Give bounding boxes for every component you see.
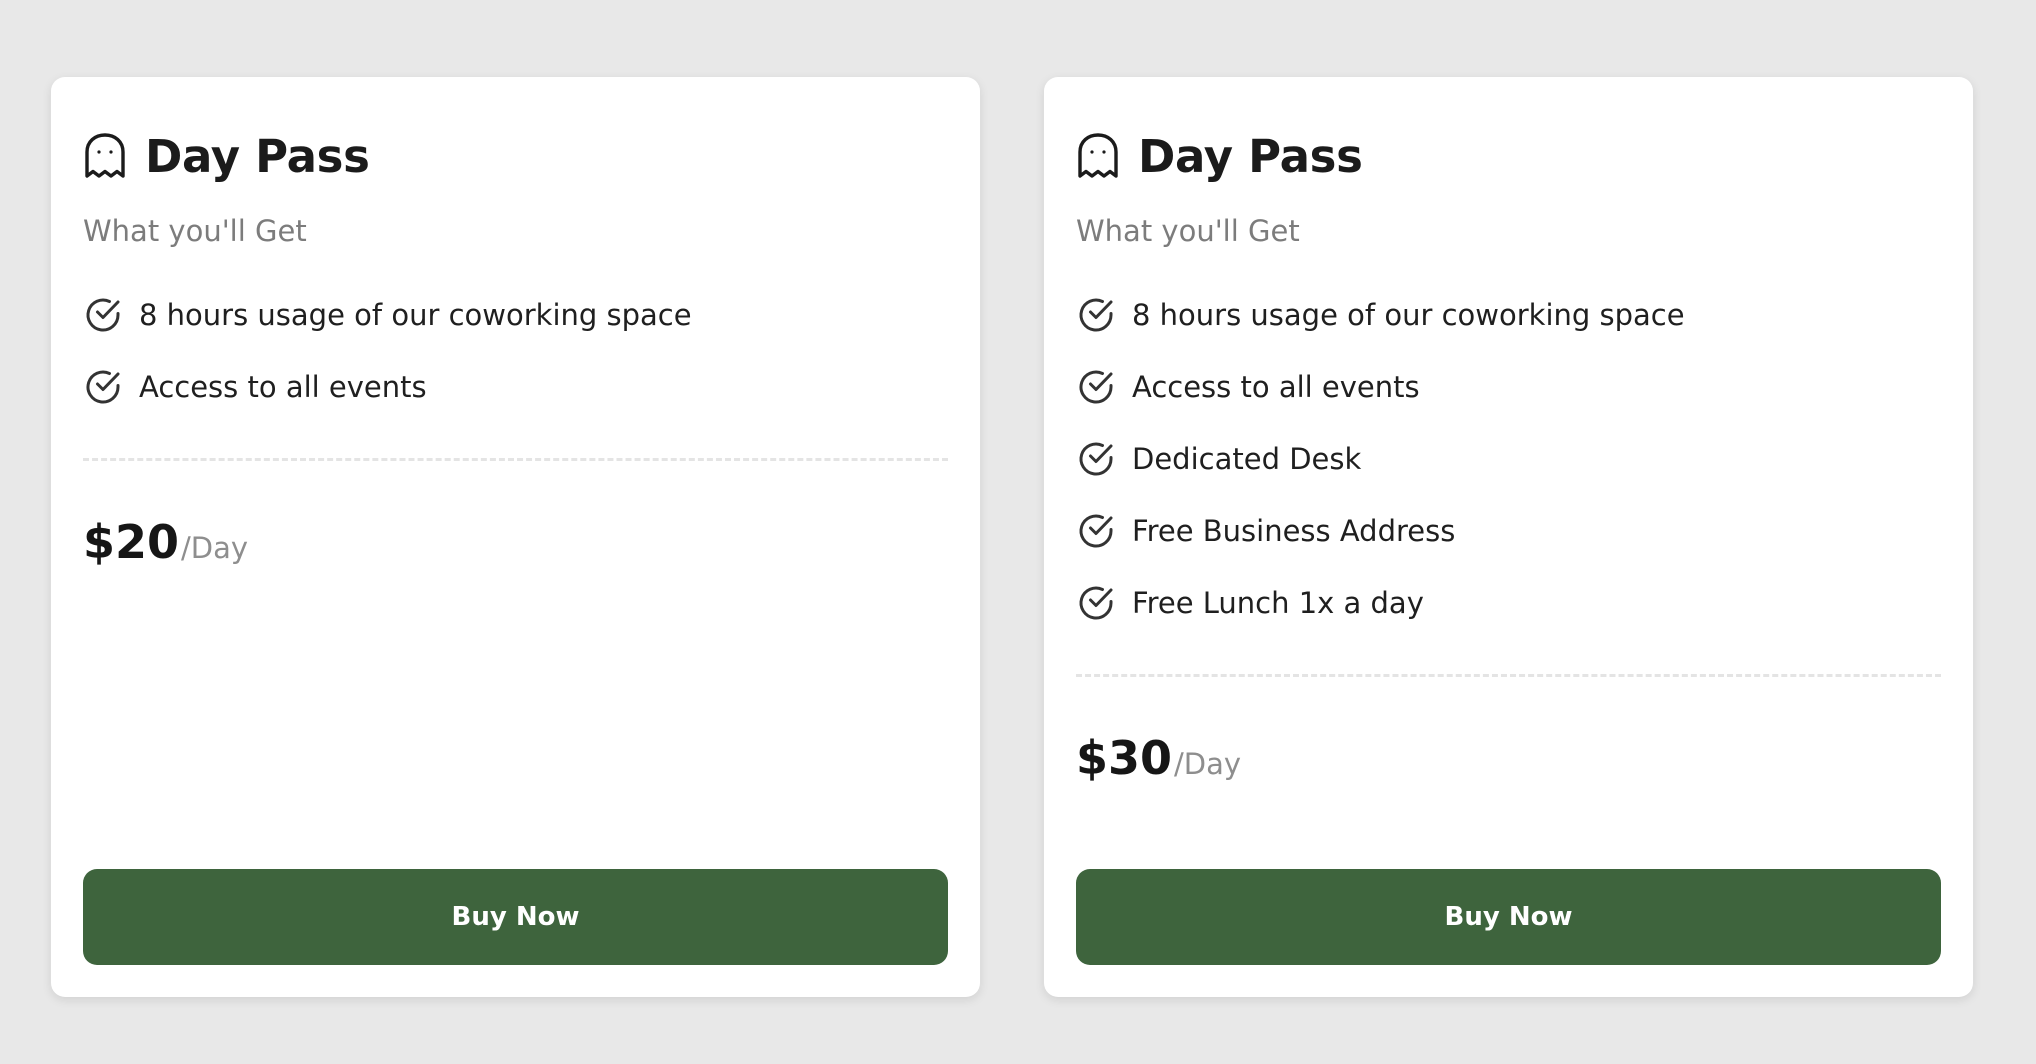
- feature-item: Access to all events: [83, 351, 948, 423]
- feature-text: Dedicated Desk: [1132, 442, 1362, 476]
- feature-item: Access to all events: [1076, 351, 1941, 423]
- feature-item: Free Business Address: [1076, 495, 1941, 567]
- feature-item: Free Lunch 1x a day: [1076, 567, 1941, 639]
- feature-text: 8 hours usage of our coworking space: [1132, 298, 1685, 332]
- ghost-icon: [1076, 132, 1120, 180]
- price-period: /Day: [181, 531, 249, 565]
- feature-list: 8 hours usage of our coworking space Acc…: [1076, 279, 1941, 639]
- card-title: Day Pass: [145, 129, 370, 183]
- pricing-cards: Day Pass What you'll Get 8 hours usage o…: [51, 77, 1973, 997]
- ghost-icon: [83, 132, 127, 180]
- buy-now-button[interactable]: Buy Now: [83, 869, 948, 965]
- card-subtitle: What you'll Get: [83, 214, 307, 248]
- price-row: $20 /Day: [83, 515, 948, 569]
- feature-text: 8 hours usage of our coworking space: [139, 298, 692, 332]
- price-row: $30 /Day: [1076, 731, 1941, 785]
- divider: [1076, 674, 1941, 677]
- card-header: Day Pass: [1076, 129, 1941, 183]
- check-circle-icon: [1076, 367, 1116, 407]
- feature-text: Free Business Address: [1132, 514, 1456, 548]
- check-circle-icon: [1076, 583, 1116, 623]
- card-header: Day Pass: [83, 129, 948, 183]
- card-subtitle: What you'll Get: [1076, 214, 1300, 248]
- card-title: Day Pass: [1138, 129, 1363, 183]
- check-circle-icon: [1076, 439, 1116, 479]
- check-circle-icon: [83, 295, 123, 335]
- price-period: /Day: [1174, 747, 1242, 781]
- feature-text: Access to all events: [139, 370, 427, 404]
- feature-list: 8 hours usage of our coworking space Acc…: [83, 279, 948, 423]
- buy-now-button[interactable]: Buy Now: [1076, 869, 1941, 965]
- price: $20: [83, 515, 180, 569]
- feature-item: 8 hours usage of our coworking space: [83, 279, 948, 351]
- price: $30: [1076, 731, 1173, 785]
- check-circle-icon: [1076, 511, 1116, 551]
- feature-item: 8 hours usage of our coworking space: [1076, 279, 1941, 351]
- divider: [83, 458, 948, 461]
- check-circle-icon: [1076, 295, 1116, 335]
- feature-text: Access to all events: [1132, 370, 1420, 404]
- pricing-card-2: Day Pass What you'll Get 8 hours usage o…: [1044, 77, 1973, 997]
- feature-text: Free Lunch 1x a day: [1132, 586, 1424, 620]
- pricing-card-1: Day Pass What you'll Get 8 hours usage o…: [51, 77, 980, 997]
- feature-item: Dedicated Desk: [1076, 423, 1941, 495]
- check-circle-icon: [83, 367, 123, 407]
